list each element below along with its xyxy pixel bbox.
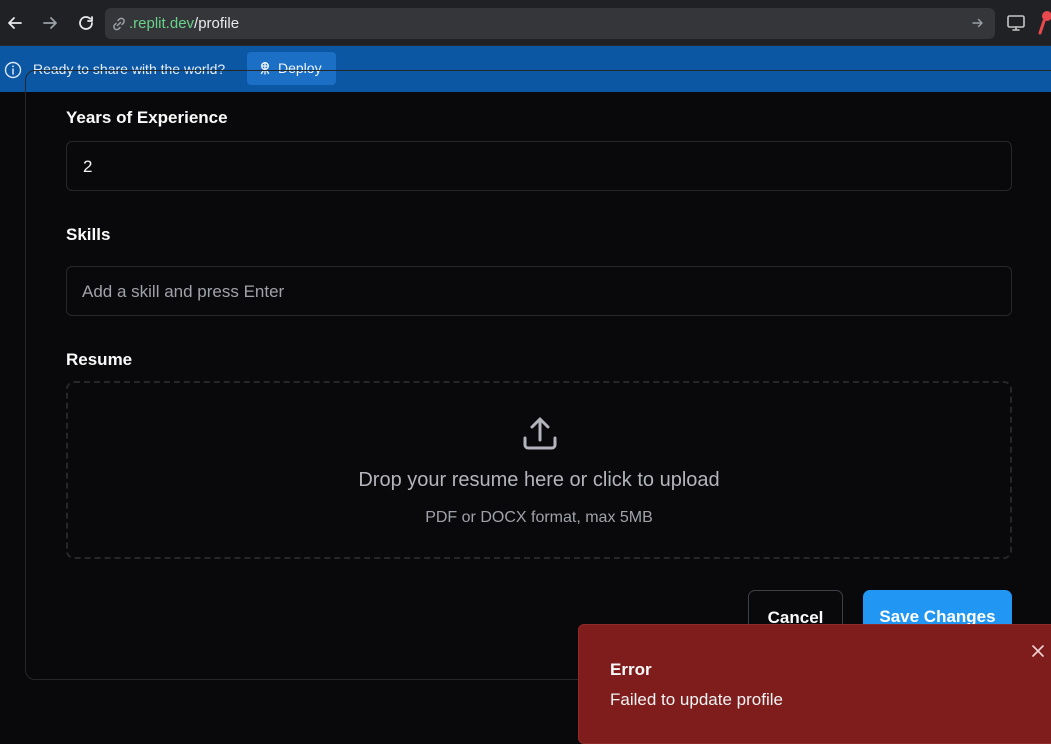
resume-dropzone[interactable]: Drop your resume here or click to upload…	[66, 381, 1012, 559]
url-host: .replit.dev	[129, 15, 195, 32]
address-bar[interactable]: .replit.dev/profile	[105, 8, 995, 39]
toast-title: Error	[610, 660, 652, 679]
skills-label: Skills	[66, 225, 111, 244]
skills-placeholder: Add a skill and press Enter	[82, 282, 285, 301]
forward-arrow-icon	[43, 17, 57, 29]
error-toast: Error Failed to update profile	[578, 624, 1051, 744]
monitor-icon[interactable]	[1006, 13, 1026, 33]
dropzone-hint: PDF or DOCX format, max 5MB	[425, 509, 653, 526]
toast-message: Failed to update profile	[610, 690, 783, 709]
close-icon[interactable]	[1031, 644, 1045, 658]
experience-input[interactable]: 2	[66, 141, 1012, 191]
dropzone-title: Drop your resume here or click to upload	[358, 469, 720, 491]
forward-button[interactable]	[38, 11, 62, 35]
resume-label: Resume	[66, 350, 133, 369]
go-arrow-icon[interactable]	[971, 16, 985, 30]
reload-icon	[79, 16, 93, 30]
url-path: /profile	[194, 15, 240, 32]
url-text: .replit.dev/profile	[129, 15, 239, 32]
info-icon	[4, 61, 22, 79]
upload-icon	[523, 417, 557, 450]
back-arrow-icon	[8, 17, 22, 29]
browser-toolbar: .replit.dev/profile	[0, 0, 1051, 46]
experience-value: 2	[83, 157, 93, 176]
reload-button[interactable]	[74, 11, 98, 35]
extension-icon[interactable]	[1038, 9, 1051, 37]
link-icon	[113, 17, 125, 31]
skills-input[interactable]: Add a skill and press Enter	[66, 266, 1012, 316]
experience-label: Years of Experience	[66, 108, 228, 127]
back-button[interactable]	[3, 11, 27, 35]
